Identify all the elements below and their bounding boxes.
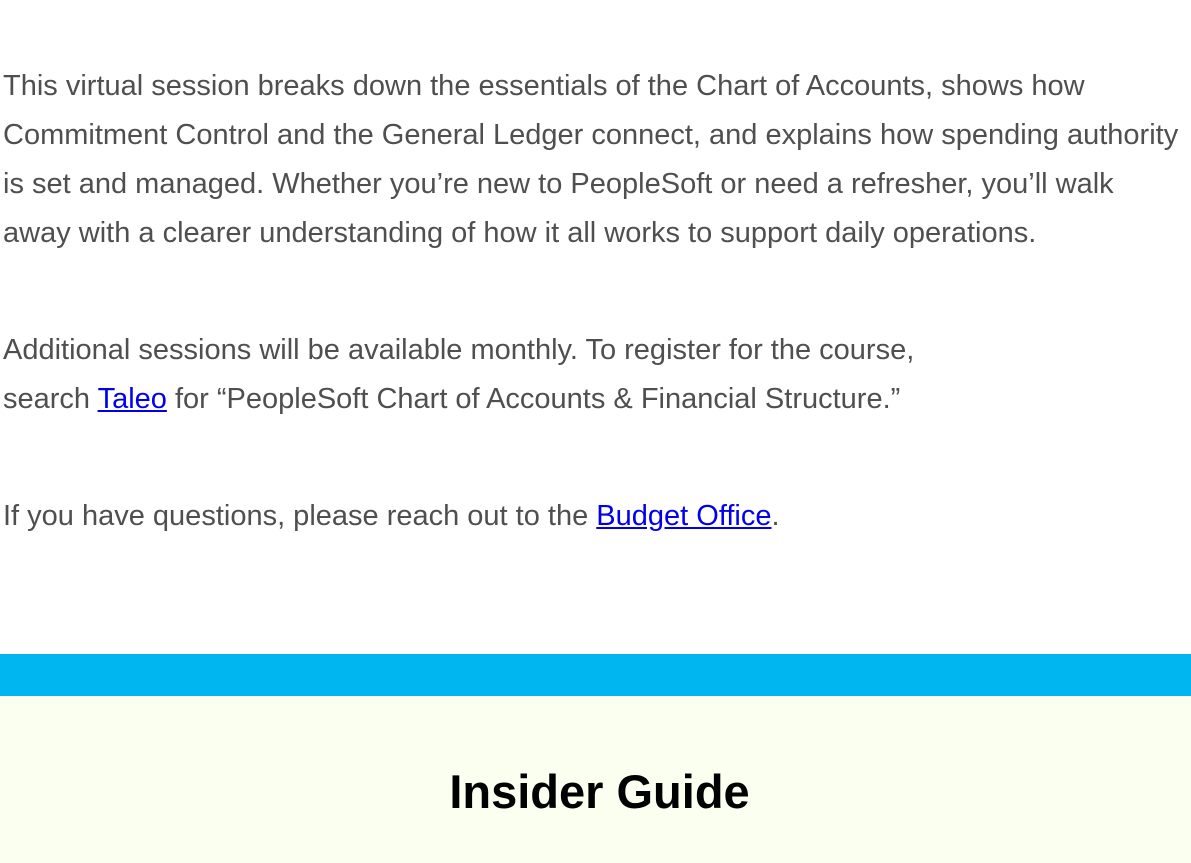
budget-office-link[interactable]: Budget Office: [596, 500, 771, 532]
questions-text-before-link: If you have questions, please reach out …: [3, 500, 597, 532]
questions-paragraph: If you have questions, please reach out …: [3, 492, 1183, 541]
questions-text-after-link: .: [771, 500, 780, 532]
register-text-after-link: for “PeopleSoft Chart of Accounts & Fina…: [166, 383, 901, 415]
insider-guide-heading: Insider Guide: [449, 765, 750, 818]
register-paragraph: Additional sessions will be available mo…: [3, 326, 1183, 424]
register-text-before-link: search: [3, 383, 98, 415]
taleo-link[interactable]: Taleo: [98, 383, 167, 415]
intro-paragraph: This virtual session breaks down the ess…: [3, 70, 1179, 249]
register-line-1: Additional sessions will be available mo…: [3, 334, 915, 366]
section-divider-banner: [0, 654, 1191, 696]
article-body: This virtual session breaks down the ess…: [3, 62, 1183, 541]
